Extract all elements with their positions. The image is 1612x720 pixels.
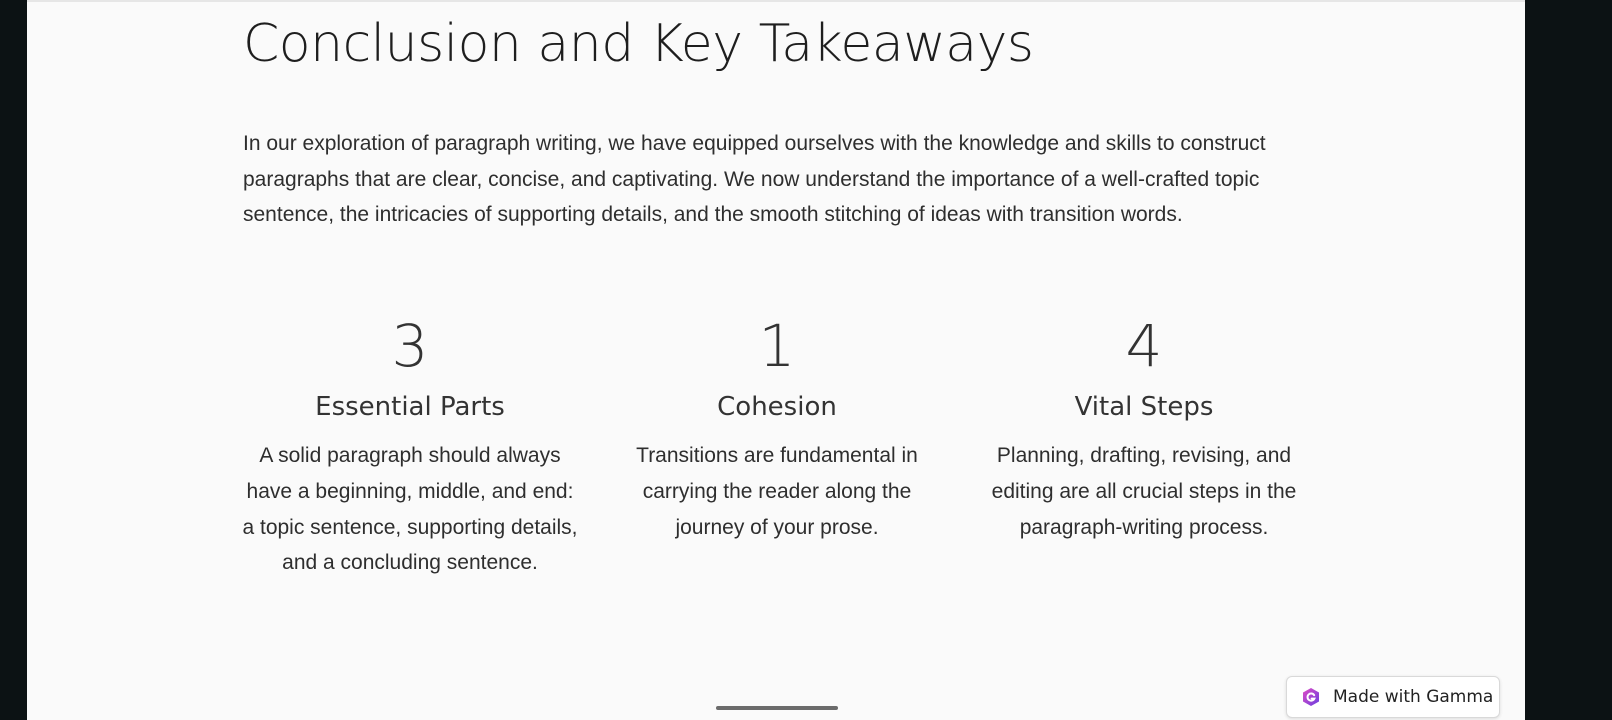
intro-paragraph: In our exploration of paragraph writing,…	[243, 132, 1266, 226]
slide-card: Conclusion and Key Takeaways In our expl…	[27, 0, 1525, 720]
made-with-gamma-label: Made with Gamma	[1333, 687, 1494, 707]
stat-description: A solid paragraph should always have a b…	[242, 444, 578, 575]
made-with-gamma-button[interactable]: Made with Gamma	[1286, 676, 1500, 718]
scroll-indicator[interactable]	[716, 706, 838, 710]
slide-title: Conclusion and Key Takeaways	[243, 14, 1034, 74]
stat-column-vital-steps: 4 Vital Steps Planning, drafting, revisi…	[974, 308, 1314, 545]
stat-number: 3	[391, 312, 429, 380]
viewport: Conclusion and Key Takeaways In our expl…	[0, 0, 1612, 720]
stat-number: 4	[1125, 312, 1163, 380]
stat-description: Planning, drafting, revising, and editin…	[991, 444, 1297, 539]
gamma-logo-icon	[1301, 687, 1321, 707]
stat-column-cohesion: 1 Cohesion Transitions are fundamental i…	[607, 308, 947, 545]
stat-description: Transitions are fundamental in carrying …	[636, 444, 918, 539]
stat-number: 1	[758, 312, 796, 380]
stat-label: Cohesion	[717, 392, 837, 422]
stat-label: Essential Parts	[315, 392, 505, 422]
stat-label: Vital Steps	[1074, 392, 1214, 422]
stat-column-essential-parts: 3 Essential Parts A solid paragraph shou…	[240, 308, 580, 581]
